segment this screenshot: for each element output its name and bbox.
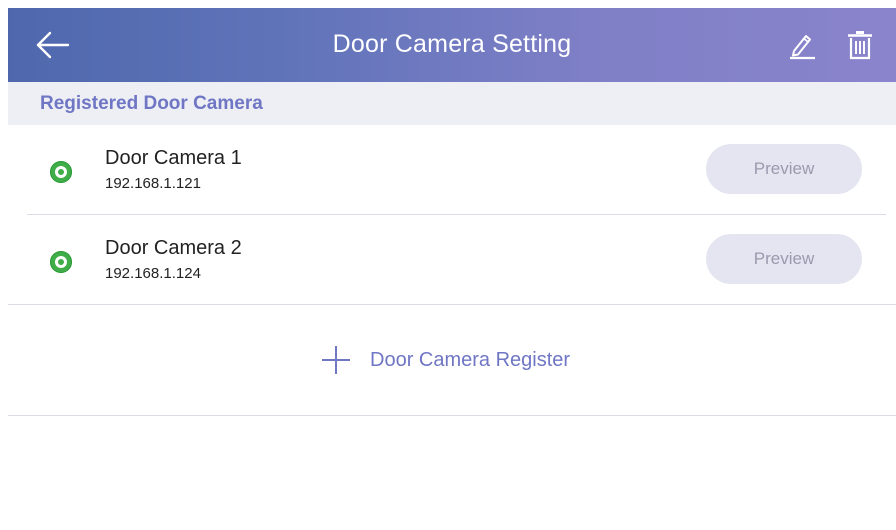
camera-ip: 192.168.1.121 [105, 175, 201, 192]
camera-ip: 192.168.1.124 [105, 265, 201, 282]
section-header: Registered Door Camera [8, 82, 896, 125]
empty-area [8, 416, 896, 530]
trash-icon [848, 31, 872, 60]
section-title: Registered Door Camera [40, 93, 263, 114]
edit-button[interactable] [788, 30, 816, 60]
camera-row[interactable]: Door Camera 2 192.168.1.124 Preview [8, 215, 896, 305]
camera-name: Door Camera 2 [105, 237, 242, 259]
register-label: Door Camera Register [370, 348, 571, 371]
door-camera-register-button[interactable]: Door Camera Register [320, 343, 570, 377]
door-camera-setting-screen: Door Camera Setting Registered Door Came… [0, 0, 896, 530]
pencil-icon [790, 35, 815, 60]
camera-name: Door Camera 1 [105, 147, 242, 169]
camera-row[interactable]: Door Camera 1 192.168.1.121 Preview [8, 125, 896, 215]
page-title: Door Camera Setting [332, 30, 572, 58]
online-status-icon [50, 161, 72, 183]
header-bar: Door Camera Setting [8, 8, 896, 82]
plus-icon [322, 346, 350, 374]
register-row: Door Camera Register [8, 305, 896, 416]
preview-button[interactable]: Preview [706, 234, 862, 284]
online-status-icon [50, 251, 72, 273]
delete-button[interactable] [846, 29, 874, 61]
preview-button[interactable]: Preview [706, 144, 862, 194]
